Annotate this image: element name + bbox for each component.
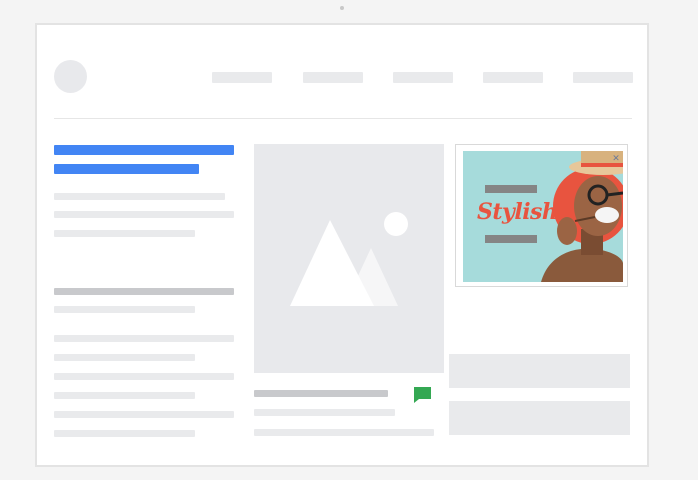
- ad-close-icon[interactable]: ✕: [611, 153, 621, 163]
- nav-item-4[interactable]: [483, 72, 543, 83]
- nav-item-5[interactable]: [573, 72, 633, 83]
- caption-heading: [254, 390, 388, 397]
- text-line: [54, 430, 195, 437]
- text-line: [54, 354, 195, 361]
- text-line: [54, 411, 234, 418]
- text-line: [54, 306, 195, 313]
- text-line: [54, 193, 225, 200]
- text-line: [54, 211, 234, 218]
- text-line: [54, 392, 195, 399]
- header-divider: [54, 118, 632, 119]
- nav-item-2[interactable]: [303, 72, 363, 83]
- headline-line-1[interactable]: [54, 145, 234, 155]
- logo-placeholder[interactable]: [54, 60, 87, 93]
- image-placeholder[interactable]: [254, 144, 444, 373]
- camera-dot: [340, 6, 344, 10]
- caption-line: [254, 409, 395, 416]
- nav-item-3[interactable]: [393, 72, 453, 83]
- sidebar-block-1[interactable]: [449, 354, 630, 388]
- section-heading: [54, 288, 234, 295]
- text-line: [54, 335, 234, 342]
- image-placeholder-icon: [290, 212, 408, 306]
- ad-bar-bottom: [485, 235, 537, 243]
- ad-bar-top: [485, 185, 537, 193]
- nav-item-1[interactable]: [212, 72, 272, 83]
- text-line: [54, 230, 195, 237]
- ad-banner[interactable]: Stylish ✕: [455, 144, 628, 287]
- text-line: [54, 373, 234, 380]
- ad-creative[interactable]: Stylish ✕: [463, 151, 623, 282]
- headline-line-2[interactable]: [54, 164, 199, 174]
- caption-line: [254, 429, 434, 436]
- chat-bubble-icon[interactable]: [413, 386, 432, 404]
- ad-headline: Stylish: [477, 199, 558, 225]
- sidebar-block-2[interactable]: [449, 401, 630, 435]
